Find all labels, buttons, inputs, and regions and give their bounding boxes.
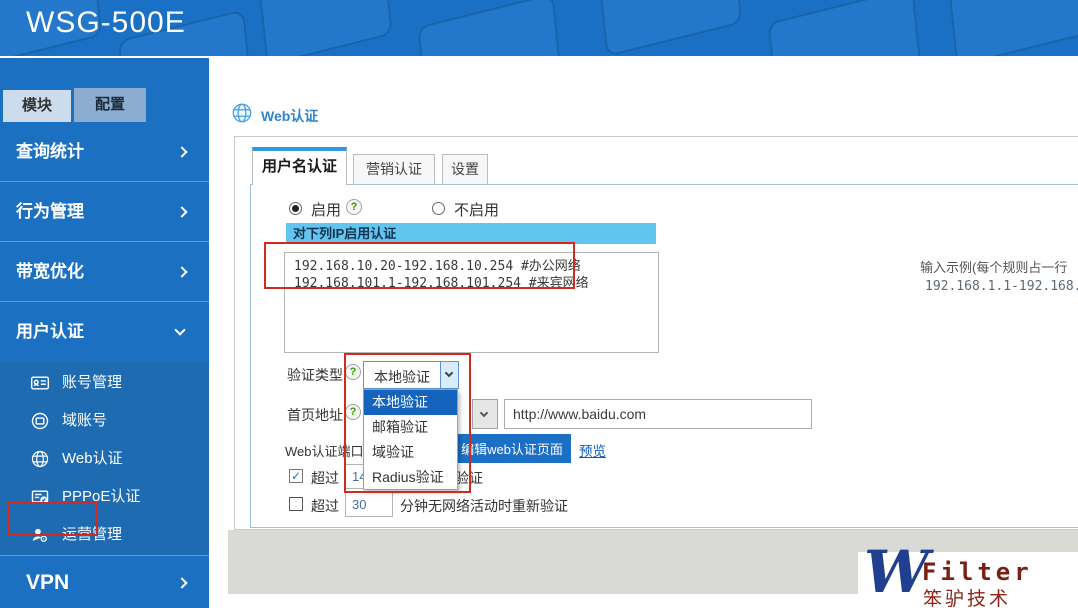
radio-enable[interactable]	[289, 202, 302, 215]
sidebar-item-behavior-mgmt[interactable]: 行为管理	[0, 182, 209, 242]
sidebar-item-label: Web认证	[62, 450, 123, 467]
help-icon[interactable]: ?	[345, 364, 361, 380]
top-bar: WSG-500E	[0, 0, 1078, 56]
globe-icon	[232, 103, 252, 123]
globe-icon	[31, 450, 49, 468]
chevron-right-icon	[176, 146, 188, 158]
keyboard-texture	[947, 0, 1078, 56]
sidebar-item-account-mgmt[interactable]: 账号管理	[0, 364, 209, 402]
homepage-url-input[interactable]	[504, 399, 812, 429]
homepage-label: 首页地址	[287, 407, 343, 423]
auth-type-dropdown-menu: 本地验证 邮箱验证 域验证 Radius验证	[363, 389, 458, 490]
domain-account-icon	[31, 412, 49, 430]
sidebar-item-bandwidth[interactable]: 带宽优化	[0, 242, 209, 302]
sidebar-item-user-auth[interactable]: 用户认证	[0, 302, 209, 362]
keyboard-texture	[417, 0, 563, 56]
input-example-ip: 192.168.1.1-192.168.1.2	[925, 279, 1078, 294]
homepage-mode-select[interactable]	[472, 399, 498, 429]
chevron-right-icon	[176, 266, 188, 278]
sidebar-item-label: 账号管理	[62, 374, 123, 391]
brand-title: WSG-500E	[26, 6, 186, 39]
dropdown-option-domain[interactable]: 域验证	[364, 440, 457, 465]
sidebar-submenu: 账号管理 域账号 Web认证 PPPoE认证 运营管理	[0, 362, 209, 555]
pppoe-doc-icon	[31, 490, 49, 504]
input-example-hint: 输入示例(每个规则占一行	[920, 260, 1068, 275]
operator-icon	[32, 528, 47, 542]
ip-rules-textarea[interactable]: 192.168.10.20-192.168.10.254 #办公网络 192.1…	[284, 252, 659, 353]
tab-username-auth[interactable]: 用户名认证	[252, 147, 347, 185]
dropdown-option-email[interactable]: 邮箱验证	[364, 415, 457, 440]
radio-disable[interactable]	[432, 202, 445, 215]
idle-minutes-input[interactable]	[345, 492, 393, 517]
tab-settings[interactable]: 设置	[442, 154, 488, 185]
sidebar-item-domain-account[interactable]: 域账号	[0, 402, 209, 440]
radio-dot	[292, 205, 299, 212]
sidebar-tab-config[interactable]: 配置	[74, 88, 146, 122]
logo-name: Filter	[922, 558, 1033, 586]
sidebar-item-label: 运营管理	[62, 526, 123, 543]
sidebar-item-label: 行为管理	[16, 202, 84, 221]
content-panel: 用户名认证 营销认证 设置 启用 ? 不启用 对下列IP启用认证 192.168…	[234, 136, 1078, 530]
auth-type-selected-value: 本地验证	[374, 369, 430, 385]
app-window: WSG-500E 模块 配置 查询统计 行为管理 带宽优化 用户认证 账号管理 …	[0, 0, 1078, 608]
ip-rule-line: 192.168.101.1-192.168.101.254 #来宾网络	[294, 276, 589, 291]
ip-rule-line: 192.168.10.20-192.168.10.254 #办公网络	[294, 259, 581, 274]
idle-reauth-suffix-label: 分钟无网络活动时重新验证	[400, 498, 568, 514]
chevron-down-icon	[479, 408, 489, 418]
reauth-suffix-label: 验证	[455, 470, 483, 486]
sidebar-item-web-auth[interactable]: Web认证	[0, 440, 209, 478]
sidebar-item-label: 用户认证	[16, 322, 84, 341]
sidebar-item-label: PPPoE认证	[62, 488, 141, 505]
keyboard-texture	[767, 0, 923, 56]
auth-type-select[interactable]: 本地验证	[363, 361, 459, 389]
tab-content-panel: 启用 ? 不启用 对下列IP启用认证 192.168.10.20-192.168…	[250, 184, 1078, 528]
chevron-down-icon	[174, 324, 186, 336]
sidebar: 模块 配置 查询统计 行为管理 带宽优化 用户认证 账号管理 域账号 Web认证…	[0, 58, 209, 608]
ip-section-header: 对下列IP启用认证	[286, 223, 656, 244]
chevron-right-icon	[176, 206, 188, 218]
sidebar-item-label: 域账号	[62, 412, 108, 429]
chevron-down-icon	[444, 368, 454, 378]
logo-subtitle: 笨驴技术	[923, 589, 1012, 608]
sidebar-tab-module[interactable]: 模块	[3, 90, 71, 122]
sidebar-item-pppoe-auth[interactable]: PPPoE认证	[0, 478, 209, 516]
sidebar-item-query-stats[interactable]: 查询统计	[0, 122, 209, 182]
dropdown-option-local[interactable]: 本地验证	[364, 390, 457, 415]
exceed-label: 超过	[311, 470, 339, 486]
dropdown-option-radius[interactable]: Radius验证	[364, 465, 457, 490]
radio-disable-label: 不启用	[454, 202, 500, 219]
chevron-right-icon	[176, 577, 188, 589]
preview-link[interactable]: 预览	[579, 440, 606, 460]
edit-web-auth-page-button[interactable]: 编辑web认证页面	[453, 434, 571, 463]
sidebar-item-label: VPN	[26, 571, 70, 594]
help-icon[interactable]: ?	[346, 199, 362, 215]
logo-w-mark: W	[864, 538, 930, 606]
tab-marketing-auth[interactable]: 营销认证	[353, 154, 435, 185]
page-title: Web认证	[261, 108, 319, 124]
exceed-label: 超过	[311, 498, 339, 514]
help-icon[interactable]: ?	[345, 404, 361, 420]
web-auth-port-label: Web认证端口	[285, 444, 364, 459]
reauth-checkbox[interactable]: ✓	[289, 469, 303, 483]
keyboard-texture	[257, 0, 393, 56]
radio-enable-label: 启用	[311, 202, 342, 219]
idle-reauth-checkbox[interactable]	[289, 497, 303, 511]
sidebar-item-label: 查询统计	[16, 142, 84, 161]
sidebar-item-label: 带宽优化	[16, 262, 84, 281]
keyboard-texture	[597, 0, 743, 56]
select-arrow-button[interactable]	[440, 362, 458, 388]
sidebar-item-operations-mgmt[interactable]: 运营管理	[0, 516, 209, 554]
vendor-logo: W Filter 笨驴技术	[858, 538, 1078, 608]
main-content: Web认证 用户名认证 营销认证 设置 启用 ? 不启用 对下列IP启用认证 1…	[209, 58, 1078, 608]
id-card-icon	[30, 376, 50, 390]
auth-type-label: 验证类型	[287, 367, 343, 383]
sidebar-item-vpn[interactable]: VPN	[0, 555, 209, 608]
